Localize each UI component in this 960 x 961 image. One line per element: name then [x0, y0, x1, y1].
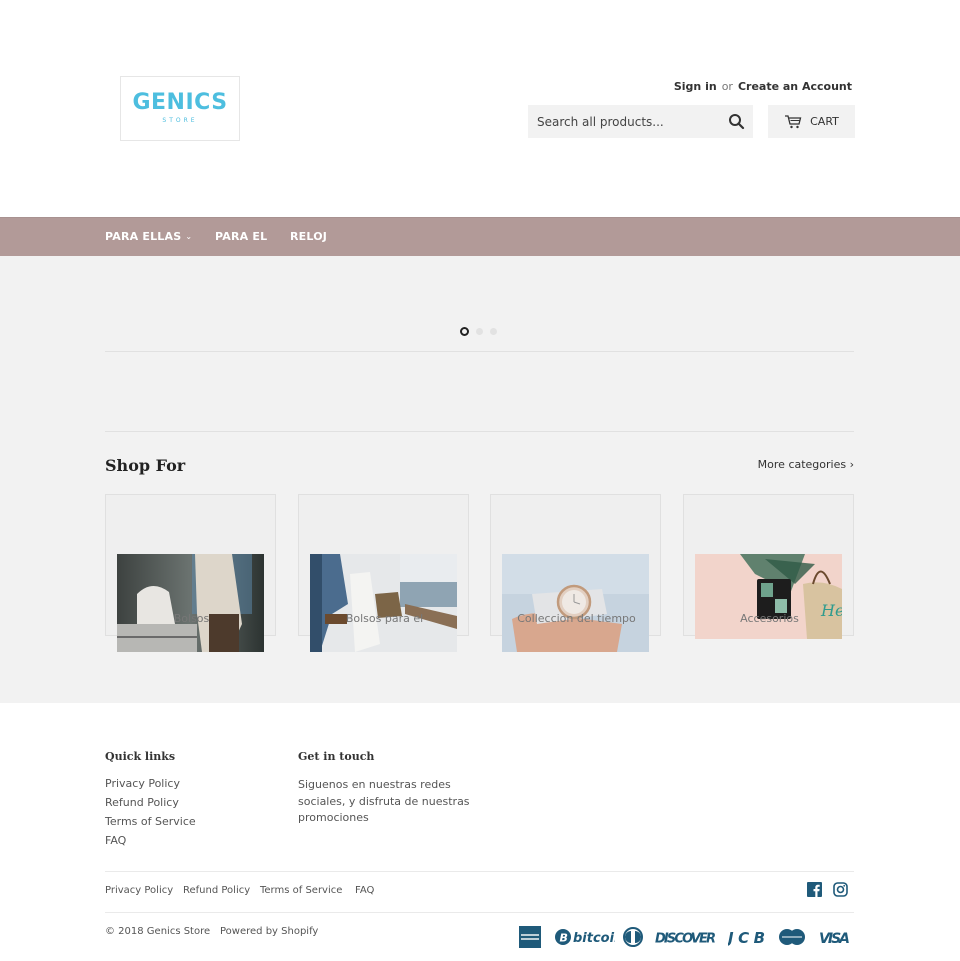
svg-text:DISCOVER: DISCOVER — [655, 932, 716, 947]
shop-for-title: Shop For — [105, 456, 186, 475]
get-in-touch-text: Siguenos en nuestras redes sociales, y d… — [298, 778, 470, 824]
cart-label: CART — [810, 115, 839, 128]
slide-dot-1[interactable] — [460, 327, 469, 336]
category-card-bolsos[interactable]: Bolsos — [105, 494, 276, 652]
facebook-link[interactable] — [807, 882, 822, 897]
footer-link-privacy-policy[interactable]: Privacy Policy — [105, 777, 180, 790]
bitcoin-icon: Bbitcoin — [555, 927, 615, 947]
nav-item-label: PARA ELLAS — [105, 230, 182, 243]
sign-in-link[interactable]: Sign in — [674, 80, 717, 93]
visa-icon: VISA — [819, 927, 851, 947]
powered-by-shopify-link[interactable]: Powered by Shopify — [220, 926, 318, 937]
facebook-icon — [807, 882, 822, 897]
bottom-link-privacy-policy[interactable]: Privacy Policy — [105, 885, 173, 896]
diners-club-icon — [623, 927, 643, 947]
instagram-link[interactable] — [833, 882, 848, 897]
slideshow-pagination — [460, 327, 497, 336]
category-card-accesorios[interactable]: Hel Accesorios — [683, 494, 854, 639]
category-card-colleccion-del-tiempo[interactable]: Colleccion del tiempo — [490, 494, 661, 652]
divider — [105, 431, 854, 432]
svg-text:JCB: JCB — [728, 929, 765, 947]
nav-item-para-el[interactable]: PARA EL — [215, 230, 267, 243]
cart-button[interactable]: CART — [768, 105, 855, 138]
category-image: Hel — [695, 554, 842, 639]
divider — [105, 871, 854, 872]
divider — [105, 912, 854, 913]
svg-text:B: B — [560, 932, 568, 945]
slide-dot-2[interactable] — [476, 328, 483, 335]
svg-text:VISA: VISA — [819, 931, 850, 947]
search-icon — [729, 114, 745, 130]
nav-item-label: PARA EL — [215, 230, 268, 243]
main-content: Shop For More categories › Bolsos Bolsos… — [0, 256, 960, 703]
search-input[interactable] — [528, 105, 718, 138]
bottom-link-terms-of-service[interactable]: Terms of Service — [260, 885, 342, 896]
more-categories-link[interactable]: More categories › — [758, 458, 854, 471]
american-express-icon — [519, 926, 541, 948]
category-image — [117, 554, 264, 652]
discover-icon: DISCOVER — [655, 927, 717, 947]
bottom-link-faq[interactable]: FAQ — [355, 885, 374, 896]
category-label: Accesorios — [740, 612, 799, 625]
nav-item-label: RELOJ — [290, 230, 328, 243]
footer-link-faq[interactable]: FAQ — [105, 834, 126, 847]
svg-text:bitcoin: bitcoin — [573, 931, 615, 946]
site-header: GENICS STORE Sign in or Create an Account … — [0, 0, 960, 217]
footer-link-refund-policy[interactable]: Refund Policy — [105, 796, 179, 809]
instagram-icon — [833, 882, 848, 897]
cart-icon — [785, 114, 802, 128]
main-nav: PARA ELLAS ⌄ PARA EL RELOJ — [0, 217, 960, 256]
nav-item-para-ellas[interactable]: PARA ELLAS ⌄ — [105, 230, 192, 243]
search-form — [528, 105, 753, 138]
quick-links-title: Quick links — [105, 750, 176, 763]
logo-tagline: STORE — [162, 117, 198, 124]
copyright-text: © 2018 Genics Store — [105, 926, 211, 937]
or-text: or — [721, 80, 733, 93]
search-button[interactable] — [727, 112, 747, 132]
category-image — [310, 554, 457, 652]
site-footer: Quick links Privacy Policy Refund Policy… — [0, 703, 960, 961]
chevron-down-icon: ⌄ — [185, 232, 193, 241]
category-image — [502, 554, 649, 652]
store-logo[interactable]: GENICS STORE — [120, 76, 240, 141]
bottom-link-refund-policy[interactable]: Refund Policy — [183, 885, 250, 896]
nav-item-reloj[interactable]: RELOJ — [290, 230, 327, 243]
mastercard-icon — [778, 927, 806, 947]
category-card-bolsos-para-el[interactable]: Bolsos para el — [298, 494, 469, 652]
slide-dot-3[interactable] — [490, 328, 497, 335]
create-account-link[interactable]: Create an Account — [738, 80, 852, 93]
category-label: Bolsos — [173, 612, 210, 625]
account-links: Sign in or Create an Account — [674, 80, 852, 93]
category-label: Colleccion del tiempo — [517, 612, 636, 625]
jcb-icon: JCB — [728, 927, 766, 947]
get-in-touch-title: Get in touch — [298, 750, 375, 763]
category-label: Bolsos para el — [345, 612, 424, 625]
divider — [105, 351, 854, 352]
logo-name: GENICS — [132, 90, 228, 115]
footer-link-terms-of-service[interactable]: Terms of Service — [105, 815, 196, 828]
